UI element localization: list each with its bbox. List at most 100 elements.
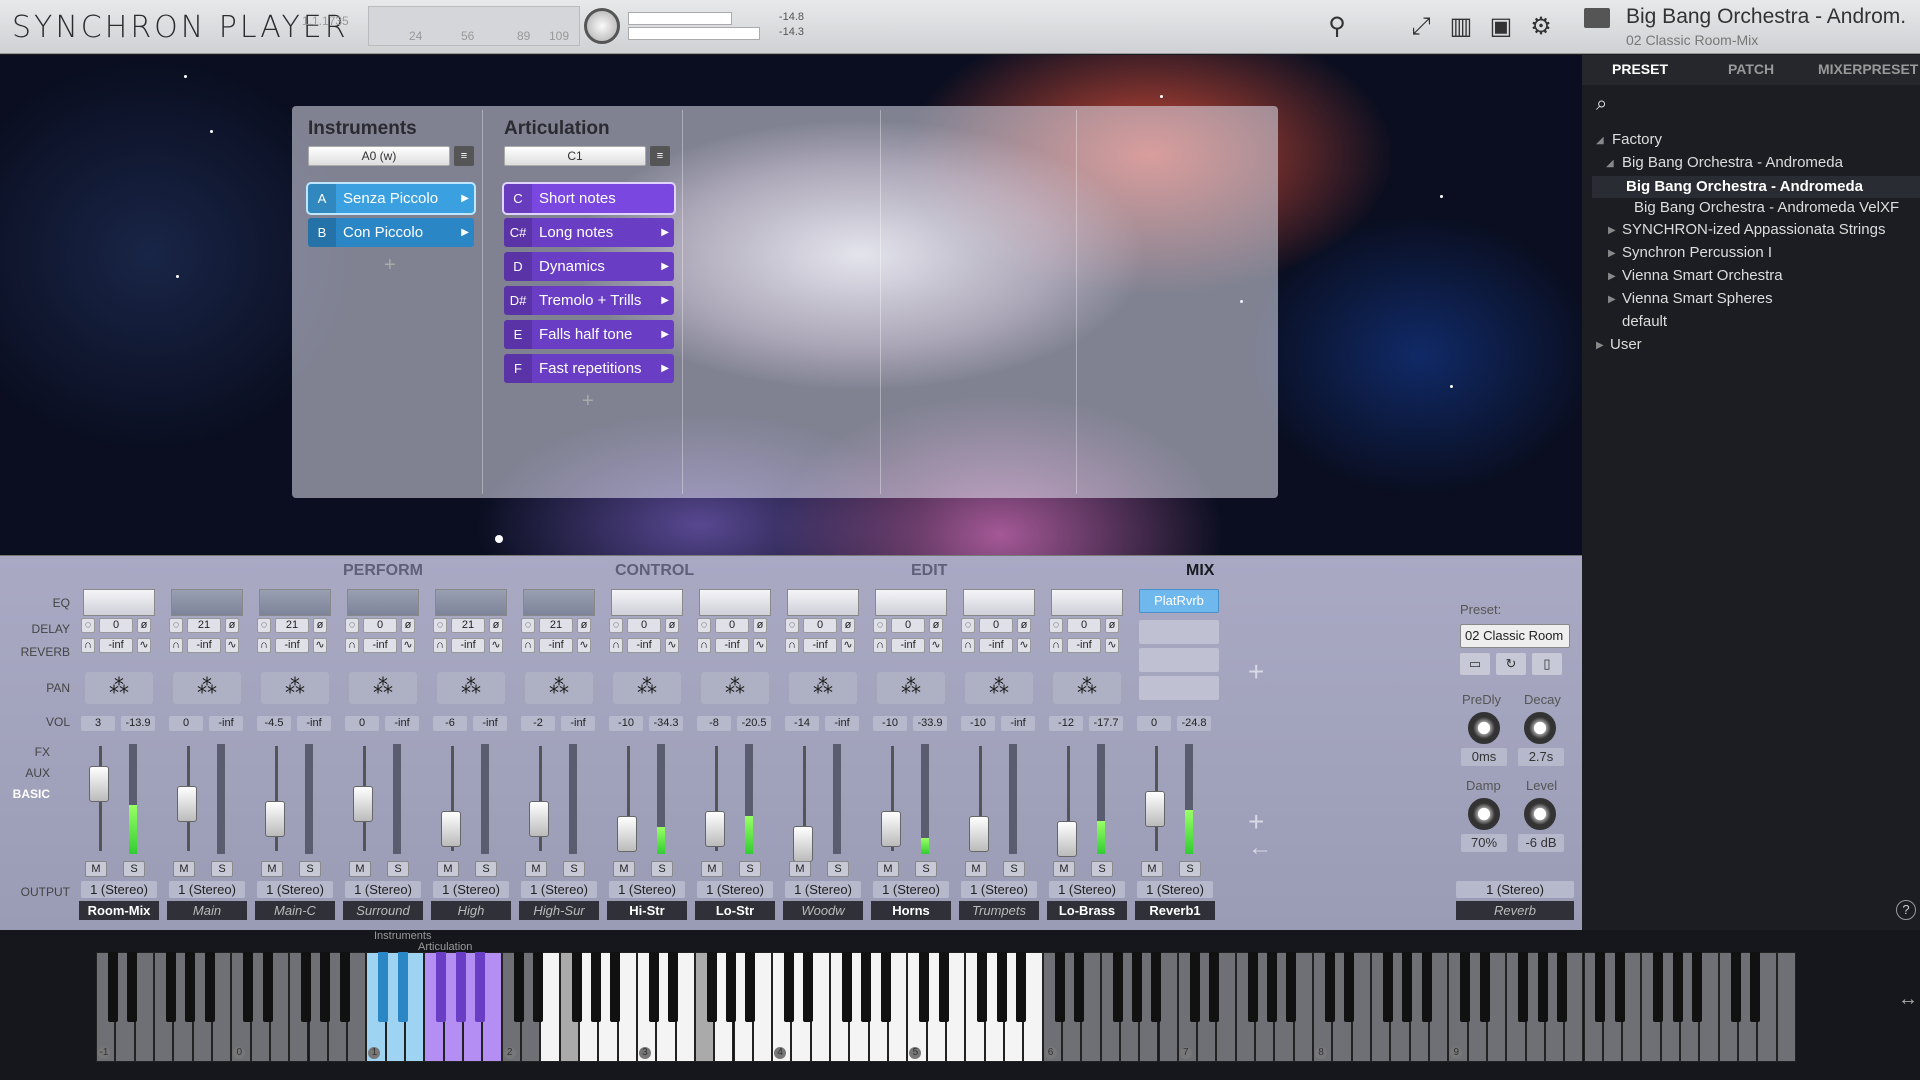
black-key[interactable] [1402, 952, 1413, 1022]
solo-button[interactable]: S [387, 861, 409, 877]
delay-value[interactable]: 0 [627, 618, 661, 633]
peak-value[interactable]: -inf [1001, 716, 1035, 731]
channel-name[interactable]: High [431, 901, 511, 920]
preset-title[interactable]: Big Bang Orchestra - Androm. [1626, 5, 1920, 29]
delay-value[interactable]: 0 [1067, 618, 1101, 633]
black-key[interactable] [436, 952, 447, 1022]
black-key[interactable] [339, 952, 350, 1022]
trash-icon[interactable]: ▯ [1532, 653, 1562, 675]
tab-patch[interactable]: PATCH [1728, 61, 1774, 77]
polarity-icon[interactable]: ø [929, 618, 943, 633]
tree-node-bbo-folder[interactable]: Big Bang Orchestra - Andromeda [1622, 154, 1843, 171]
wave-icon[interactable]: ∿ [137, 638, 151, 653]
output-select[interactable]: 1 (Stereo) [609, 881, 685, 898]
pan-control[interactable]: ⁂ [965, 672, 1033, 704]
volume-fader[interactable] [705, 811, 725, 847]
instrument-slot-b[interactable]: B Con Piccolo ▶ [308, 218, 474, 247]
output-select[interactable]: 1 (Stereo) [697, 881, 773, 898]
delay-value[interactable]: 0 [363, 618, 397, 633]
reload-icon[interactable]: ↻ [1496, 653, 1526, 675]
channel-name[interactable]: Room-Mix [79, 901, 159, 920]
phase-icon[interactable]: ◌ [961, 618, 975, 633]
black-key[interactable] [107, 952, 118, 1022]
wave-icon[interactable]: ∿ [841, 638, 855, 653]
pan-control[interactable]: ⁂ [789, 672, 857, 704]
wave-icon[interactable]: ∿ [1105, 638, 1119, 653]
delay-value[interactable]: 21 [539, 618, 573, 633]
volume-value[interactable]: -14 [785, 716, 819, 731]
solo-button[interactable]: S [299, 861, 321, 877]
volume-fader[interactable] [793, 826, 813, 862]
black-key[interactable] [571, 952, 582, 1022]
black-key[interactable] [1131, 952, 1142, 1022]
polarity-icon[interactable]: ø [137, 618, 151, 633]
white-key[interactable] [1293, 952, 1314, 1062]
volume-fader[interactable] [617, 816, 637, 852]
phase-icon[interactable]: ◌ [521, 618, 535, 633]
tree-node-smart-spheres[interactable]: Vienna Smart Spheres [1622, 290, 1773, 307]
tree-collapsed-icon[interactable]: ▶ [1596, 340, 1604, 351]
volume-value[interactable]: -10 [961, 716, 995, 731]
mute-button[interactable]: M [349, 861, 371, 877]
channel-name[interactable]: Main [167, 901, 247, 920]
polarity-icon[interactable]: ø [1105, 618, 1119, 633]
white-key[interactable] [675, 952, 695, 1062]
black-key[interactable] [726, 952, 737, 1022]
predly-value[interactable]: 0ms [1461, 748, 1507, 766]
reverb-preset-field[interactable]: 02 Classic Room [1460, 624, 1570, 648]
black-key[interactable] [1325, 952, 1336, 1022]
white-key[interactable] [211, 952, 232, 1062]
mute-button[interactable]: M [525, 861, 547, 877]
pan-control[interactable]: ⁂ [877, 672, 945, 704]
reverb-send-value[interactable]: -inf [1067, 638, 1101, 653]
channel-name[interactable]: Woodw [783, 901, 863, 920]
white-key[interactable] [1776, 952, 1796, 1062]
polarity-icon[interactable]: ø [577, 618, 591, 633]
wave-icon[interactable]: ∿ [665, 638, 679, 653]
phase-icon[interactable]: ◌ [81, 618, 95, 633]
solo-button[interactable]: S [211, 861, 233, 877]
pan-control[interactable]: ⁂ [1053, 672, 1121, 704]
tree-node-bbo-velxf[interactable]: Big Bang Orchestra - Andromeda VelXF [1634, 199, 1899, 216]
tree-node-default[interactable]: default [1622, 313, 1667, 330]
mute-button[interactable]: M [789, 861, 811, 877]
headphone-icon[interactable]: ∩ [785, 638, 799, 653]
black-key[interactable] [1672, 952, 1683, 1022]
phase-icon[interactable]: ◌ [169, 618, 183, 633]
black-key[interactable] [1382, 952, 1393, 1022]
reverb-send-value[interactable]: -inf [715, 638, 749, 653]
wave-icon[interactable]: ∿ [489, 638, 503, 653]
mute-button[interactable]: M [261, 861, 283, 877]
peak-value[interactable]: -33.9 [913, 716, 947, 731]
headphone-icon[interactable]: ∩ [697, 638, 711, 653]
output-select[interactable]: 1 (Stereo) [345, 881, 421, 898]
peak-value[interactable]: -17.7 [1089, 716, 1123, 731]
black-key[interactable] [532, 952, 543, 1022]
delay-value[interactable]: 0 [99, 618, 133, 633]
black-key[interactable] [1073, 952, 1084, 1022]
output-select[interactable]: 1 (Stereo) [169, 881, 245, 898]
wave-icon[interactable]: ∿ [577, 638, 591, 653]
black-key[interactable] [648, 952, 659, 1022]
reverb-send-value[interactable]: -inf [363, 638, 397, 653]
volume-fader[interactable] [353, 786, 373, 822]
volume-value[interactable]: -10 [609, 716, 643, 731]
black-key[interactable] [1750, 952, 1761, 1022]
tree-collapsed-icon[interactable]: ▶ [1608, 248, 1616, 259]
white-key[interactable] [752, 952, 773, 1062]
black-key[interactable] [1112, 952, 1123, 1022]
pan-control[interactable]: ⁂ [85, 672, 153, 704]
tree-collapsed-icon[interactable]: ▶ [1608, 225, 1616, 236]
black-key[interactable] [668, 952, 679, 1022]
instrument-slot-a[interactable]: A Senza Piccolo ▶ [308, 184, 474, 213]
delay-value[interactable]: 21 [451, 618, 485, 633]
black-key[interactable] [880, 952, 891, 1022]
white-key[interactable] [1428, 952, 1449, 1062]
polarity-icon[interactable]: ø [489, 618, 503, 633]
phase-icon[interactable]: ◌ [873, 618, 887, 633]
volume-value[interactable]: -12 [1049, 716, 1083, 731]
volume-value[interactable]: -4.5 [257, 716, 291, 731]
black-key[interactable] [706, 952, 717, 1022]
black-key[interactable] [977, 952, 988, 1022]
level-value[interactable]: -6 dB [1518, 834, 1564, 852]
